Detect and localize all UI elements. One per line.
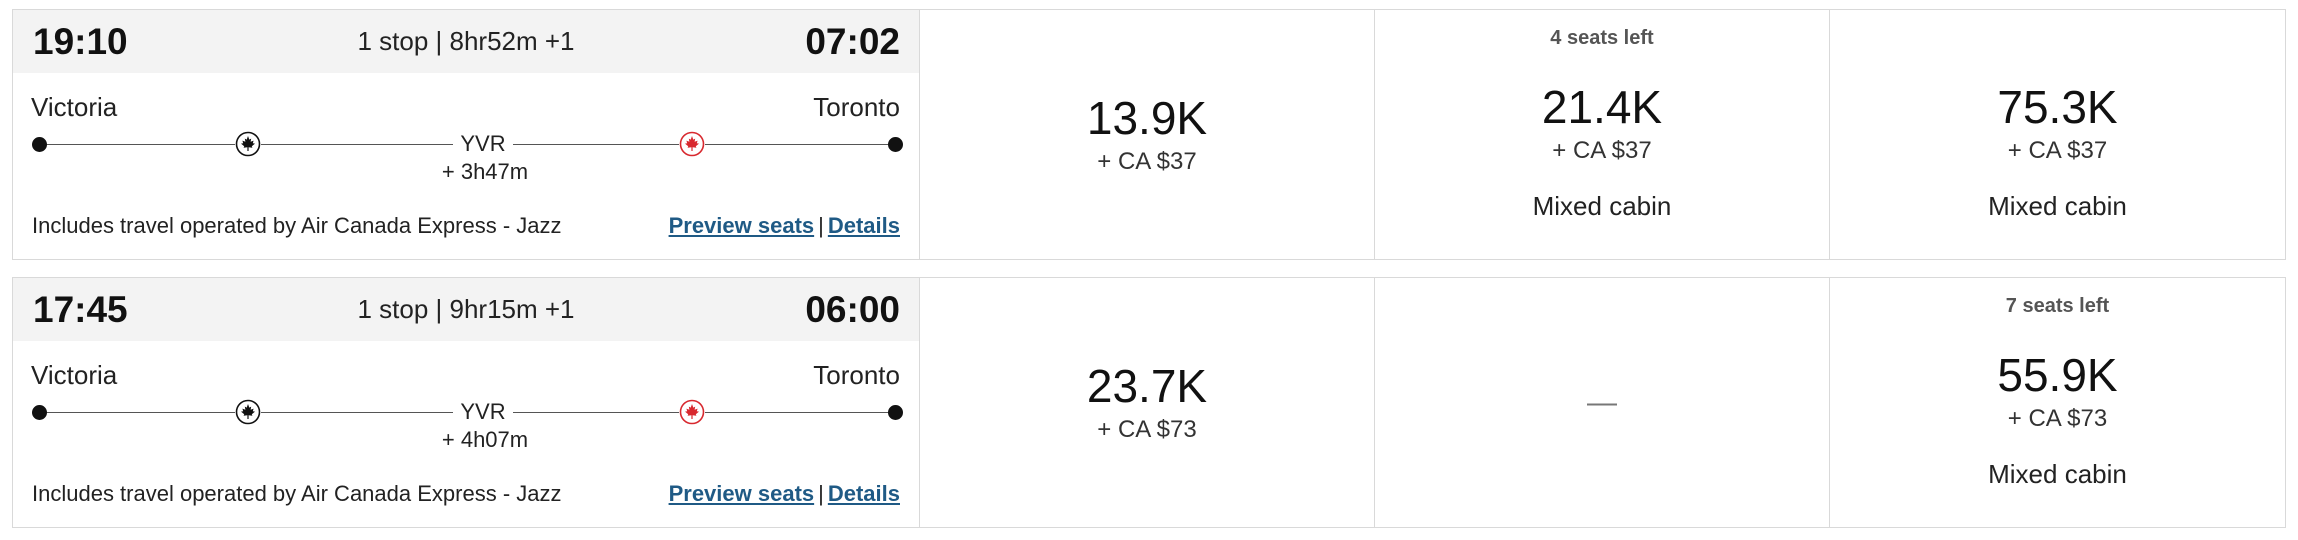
destination-city: Toronto	[813, 92, 900, 122]
fare-taxes: + CA $37	[1097, 147, 1197, 175]
air-canada-leaf-icon	[235, 131, 261, 157]
fare-option-economy[interactable]: 23.7K + CA $73	[920, 278, 1375, 527]
destination-city: Toronto	[813, 360, 900, 390]
itinerary-header: 17:45 1 stop | 9hr15m +1 06:00	[13, 278, 919, 341]
itinerary-footer: Includes travel operated by Air Canada E…	[32, 481, 900, 507]
origin-dot-icon	[32, 405, 47, 420]
itinerary-footer: Includes travel operated by Air Canada E…	[32, 213, 900, 239]
fare-option-business[interactable]: 7 seats left 55.9K + CA $73 Mixed cabin	[1830, 278, 2285, 527]
itinerary-links: Preview seats | Details	[669, 213, 900, 239]
itinerary-panel: 19:10 1 stop | 8hr52m +1 07:02 Victoria …	[13, 10, 920, 259]
fare-option-premium[interactable]: 4 seats left 21.4K + CA $37 Mixed cabin	[1375, 10, 1830, 259]
flight-result-card: 19:10 1 stop | 8hr52m +1 07:02 Victoria …	[12, 9, 2286, 260]
fare-option-business[interactable]: 75.3K + CA $37 Mixed cabin	[1830, 10, 2285, 259]
stops-duration-summary: 1 stop | 9hr15m +1	[357, 294, 575, 324]
fare-points: 75.3K	[1997, 81, 2118, 133]
link-separator: |	[818, 213, 824, 238]
mixed-cabin-note: Mixed cabin	[1532, 190, 1672, 221]
operator-note: Includes travel operated by Air Canada E…	[32, 213, 562, 238]
fare-option-economy[interactable]: 13.9K + CA $37	[920, 10, 1375, 259]
fare-option-premium-unavailable: —	[1375, 278, 1830, 527]
seats-left-badge: 7 seats left	[2005, 295, 2110, 317]
city-row: Victoria Toronto	[13, 92, 919, 123]
air-canada-leaf-icon	[235, 399, 261, 425]
details-link[interactable]: Details	[828, 213, 900, 238]
stop-airport-code: YVR	[453, 131, 513, 157]
operator-note: Includes travel operated by Air Canada E…	[32, 481, 562, 506]
fare-points: 21.4K	[1541, 81, 1663, 133]
seats-left-badge: 4 seats left	[1550, 27, 1654, 49]
route-diagram: YVR + 4h07m	[32, 397, 903, 452]
itinerary-links: Preview seats | Details	[669, 481, 900, 507]
arrival-time: 07:02	[805, 20, 900, 62]
origin-city: Victoria	[31, 360, 118, 390]
origin-city: Victoria	[31, 92, 118, 122]
layover-duration: + 4h07m	[441, 427, 529, 452]
fare-taxes: + CA $73	[1097, 415, 1197, 443]
details-link[interactable]: Details	[828, 481, 900, 506]
fare-points: 23.7K	[1086, 360, 1208, 413]
itinerary-header: 19:10 1 stop | 8hr52m +1 07:02	[13, 10, 919, 73]
link-separator: |	[818, 481, 824, 506]
flight-result-card: 17:45 1 stop | 9hr15m +1 06:00 Victoria …	[12, 277, 2286, 528]
fare-taxes: + CA $73	[2007, 404, 2108, 432]
departure-time: 19:10	[33, 20, 128, 62]
city-row: Victoria Toronto	[13, 360, 919, 391]
unavailable-dash: —	[1587, 385, 1617, 419]
fare-points: 13.9K	[1086, 92, 1208, 145]
departure-time: 17:45	[33, 288, 128, 330]
air-canada-leaf-red-icon	[679, 399, 705, 425]
fare-taxes: + CA $37	[1552, 136, 1652, 164]
route-diagram: YVR + 3h47m	[32, 129, 903, 184]
mixed-cabin-note: Mixed cabin	[1988, 190, 2127, 221]
mixed-cabin-note: Mixed cabin	[1988, 458, 2127, 489]
arrival-time: 06:00	[805, 288, 900, 330]
layover-duration: + 3h47m	[441, 159, 529, 184]
preview-seats-link[interactable]: Preview seats	[669, 213, 815, 238]
origin-dot-icon	[32, 137, 47, 152]
fare-taxes: + CA $37	[2007, 136, 2108, 164]
stops-duration-summary: 1 stop | 8hr52m +1	[357, 26, 575, 56]
fare-points: 55.9K	[1997, 349, 2118, 401]
air-canada-leaf-red-icon	[679, 131, 705, 157]
stop-airport-code: YVR	[453, 399, 513, 425]
itinerary-panel: 17:45 1 stop | 9hr15m +1 06:00 Victoria …	[13, 278, 920, 527]
destination-dot-icon	[888, 405, 903, 420]
destination-dot-icon	[888, 137, 903, 152]
preview-seats-link[interactable]: Preview seats	[669, 481, 815, 506]
